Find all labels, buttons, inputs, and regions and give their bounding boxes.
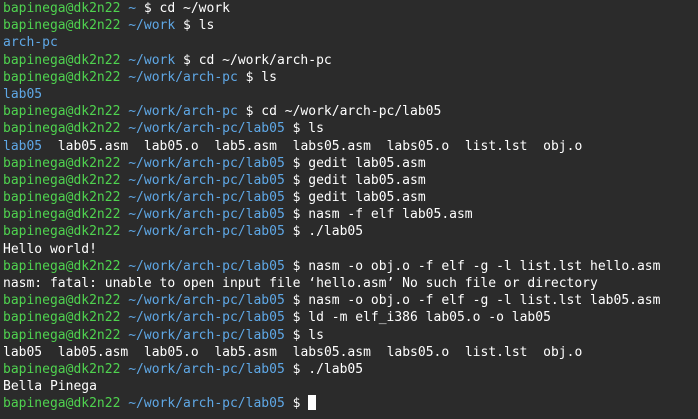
file-entry: obj.o xyxy=(543,344,583,360)
prompt-line: bapinega@dk2n22 ~/work/arch-pc/lab05 $ n… xyxy=(3,293,661,309)
command-text: nasm -o obj.o -f elf -g -l list.lst hell… xyxy=(308,258,661,274)
file-entry: list.lst xyxy=(464,138,528,154)
prompt-user-host: bapinega@dk2n22 xyxy=(3,310,121,326)
prompt-path: ~/work/arch-pc/lab05 xyxy=(128,172,285,188)
prompt-line: bapinega@dk2n22 ~/work/arch-pc/lab05 $ g… xyxy=(3,155,426,171)
prompt-user-host: bapinega@dk2n22 xyxy=(3,69,121,85)
prompt-user-host: bapinega@dk2n22 xyxy=(3,172,121,188)
ls-output: arch-pc xyxy=(3,34,695,51)
file-entry: list.lst xyxy=(464,344,528,360)
command-text: cd ~/work xyxy=(159,1,230,16)
output-text: Bella Pinega xyxy=(3,379,97,395)
command-text: cd ~/work/arch-pc/lab05 xyxy=(261,104,442,120)
prompt-user-host: bapinega@dk2n22 xyxy=(3,52,121,68)
prompt-path: ~/work/arch-pc/lab05 xyxy=(128,327,285,343)
prompt-path: ~/work/arch-pc/lab05 xyxy=(128,293,285,309)
prompt-user-host: bapinega@dk2n22 xyxy=(3,224,121,240)
prompt-line: bapinega@dk2n22 ~ $ cd ~/work xyxy=(3,1,230,16)
prompt-user-host: bapinega@dk2n22 xyxy=(3,18,121,34)
file-entry: lab05 xyxy=(3,344,43,360)
directory-entry: arch-pc xyxy=(3,35,58,51)
output-text: Hello world! xyxy=(3,241,97,257)
ls-output: lab05 lab05.asm lab05.o lab5.asm labs05.… xyxy=(3,344,695,361)
command-text: ./lab05 xyxy=(308,361,364,377)
prompt-line: bapinega@dk2n22 ~/work/arch-pc/lab05 $ n… xyxy=(3,207,473,223)
prompt-user-host: bapinega@dk2n22 xyxy=(3,104,121,120)
directory-entry: lab05 xyxy=(3,138,43,154)
prompt-path: ~/work/arch-pc/lab05 xyxy=(128,258,285,274)
prompt-line: bapinega@dk2n22 ~/work/arch-pc/lab05 $ .… xyxy=(3,224,364,240)
command-text: gedit lab05.asm xyxy=(308,190,426,206)
prompt-path: ~/work xyxy=(128,52,176,68)
command-text: cd ~/work/arch-pc xyxy=(198,52,332,68)
prompt-line: bapinega@dk2n22 ~/work/arch-pc/lab05 $ .… xyxy=(3,361,364,377)
prompt-line: bapinega@dk2n22 ~/work/arch-pc $ cd ~/wo… xyxy=(3,104,442,120)
file-entry: labs05.asm xyxy=(292,138,371,154)
command-text: ls xyxy=(261,69,277,85)
command-text: ./lab05 xyxy=(308,224,364,240)
ls-output: lab05 lab05.asm lab05.o lab5.asm labs05.… xyxy=(3,138,695,155)
file-entry: labs05.o xyxy=(386,138,450,154)
prompt-user-host: bapinega@dk2n22 xyxy=(3,207,121,223)
text-cursor[interactable] xyxy=(308,395,317,411)
output-text: nasm: fatal: unable to open input file ‘… xyxy=(3,276,598,291)
prompt-line: bapinega@dk2n22 ~/work/arch-pc/lab05 $ xyxy=(3,395,695,412)
prompt-path: ~/work/arch-pc xyxy=(128,69,238,85)
prompt-line: bapinega@dk2n22 ~/work/arch-pc/lab05 $ n… xyxy=(3,258,661,274)
prompt-path: ~/work/arch-pc/lab05 xyxy=(128,155,285,171)
command-text: ls xyxy=(308,327,324,343)
command-text: ld -m elf_i386 lab05.o -o lab05 xyxy=(308,310,551,326)
prompt-line: bapinega@dk2n22 ~/work/arch-pc/lab05 $ g… xyxy=(3,172,426,188)
file-entry: labs05.asm xyxy=(292,344,371,360)
prompt-path: ~/work/arch-pc xyxy=(128,104,238,120)
program-output: nasm: fatal: unable to open input file ‘… xyxy=(3,275,695,292)
file-entry: lab5.asm xyxy=(214,344,277,360)
prompt-line: bapinega@dk2n22 ~/work $ cd ~/work/arch-… xyxy=(3,52,332,68)
prompt-user-host: bapinega@dk2n22 xyxy=(3,121,121,137)
prompt-path: ~/work/arch-pc/lab05 xyxy=(128,224,285,240)
prompt-path: ~/work/arch-pc/lab05 xyxy=(128,310,285,326)
prompt-line: bapinega@dk2n22 ~/work/arch-pc/lab05 $ l… xyxy=(3,121,324,137)
prompt-user-host: bapinega@dk2n22 xyxy=(3,293,121,309)
prompt-line: bapinega@dk2n22 ~/work/arch-pc $ ls xyxy=(3,69,277,85)
prompt-user-host: bapinega@dk2n22 xyxy=(3,327,121,343)
prompt-line: bapinega@dk2n22 ~/work $ ls xyxy=(3,18,215,34)
file-entry: lab05.o xyxy=(143,344,199,360)
command-text: ls xyxy=(308,121,324,137)
prompt-path: ~/work/arch-pc/lab05 xyxy=(128,396,285,412)
prompt-user-host: bapinega@dk2n22 xyxy=(3,361,121,377)
file-entry: lab05.o xyxy=(143,138,199,154)
prompt-path: ~/work/arch-pc/lab05 xyxy=(128,121,285,137)
program-output: Bella Pinega xyxy=(3,378,695,395)
prompt-line: bapinega@dk2n22 ~/work/arch-pc/lab05 $ l… xyxy=(3,327,324,343)
prompt-user-host: bapinega@dk2n22 xyxy=(3,258,121,274)
prompt-line: bapinega@dk2n22 ~/work/arch-pc/lab05 $ g… xyxy=(3,190,426,206)
prompt-path: ~ xyxy=(128,1,137,16)
prompt-path: ~/work/arch-pc/lab05 xyxy=(128,207,285,223)
prompt-path: ~/work/arch-pc/lab05 xyxy=(128,361,285,377)
terminal-window[interactable]: bapinega@dk2n22 ~ $ cd ~/work bapinega@dk… xyxy=(0,0,698,419)
file-entry: lab05.asm xyxy=(57,138,129,154)
program-output: Hello world! xyxy=(3,241,695,258)
prompt-user-host: bapinega@dk2n22 xyxy=(3,190,121,206)
command-text: nasm -o obj.o -f elf -g -l list.lst lab0… xyxy=(308,293,661,309)
prompt-line: bapinega@dk2n22 ~/work/arch-pc/lab05 $ l… xyxy=(3,310,551,326)
file-entry: obj.o xyxy=(543,138,583,154)
directory-entry: lab05 xyxy=(3,86,43,102)
file-entry: labs05.o xyxy=(386,344,450,360)
prompt-user-host: bapinega@dk2n22 xyxy=(3,1,121,16)
file-entry: lab5.asm xyxy=(214,138,277,154)
file-entry: lab05.asm xyxy=(57,344,129,360)
prompt-user-host: bapinega@dk2n22 xyxy=(3,396,121,412)
command-text: gedit lab05.asm xyxy=(308,172,426,188)
prompt-path: ~/work/arch-pc/lab05 xyxy=(128,190,285,206)
prompt-user-host: bapinega@dk2n22 xyxy=(3,155,121,171)
ls-output: lab05 xyxy=(3,86,695,103)
command-text: ls xyxy=(198,18,215,34)
command-text: nasm -f elf lab05.asm xyxy=(308,207,473,223)
command-text: gedit lab05.asm xyxy=(308,155,426,171)
prompt-path: ~/work xyxy=(128,18,176,34)
